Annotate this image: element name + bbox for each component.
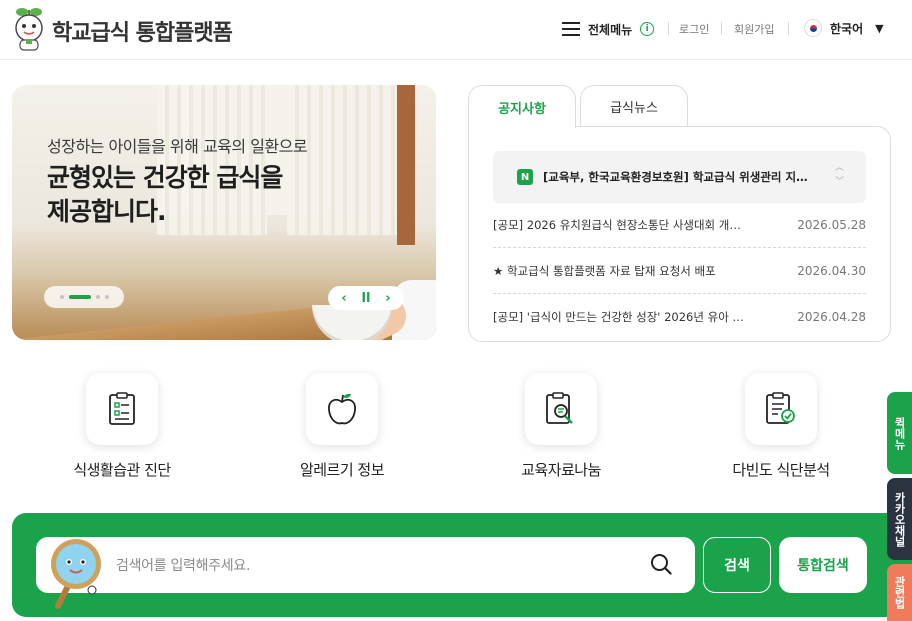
quick-menu-edu-materials[interactable]: 교육자료나눔: [461, 373, 661, 483]
banner-pagination[interactable]: [44, 286, 124, 308]
info-icon[interactable]: i: [640, 22, 655, 36]
banner-window-frame: [397, 85, 415, 245]
language-selector[interactable]: 한국어 ▼: [804, 19, 884, 37]
side-tab-related-law[interactable]: 관련법: [887, 564, 912, 621]
notice-item[interactable]: ★ 학교급식 통합플랫폼 자료 탑재 요청서 배포 2026.04.30: [493, 248, 866, 294]
banner-title: 균형있는 건강한 급식을 제공합니다.: [47, 163, 283, 226]
chevron-down-icon: ▼: [875, 21, 884, 35]
tab-notice[interactable]: 공지사항: [468, 85, 576, 128]
hamburger-icon: [562, 22, 580, 36]
main-banner[interactable]: 성장하는 아이들을 위해 교육의 일환으로 균형있는 건강한 급식을 제공합니다…: [12, 85, 436, 340]
pagination-dot-active[interactable]: [68, 295, 91, 299]
side-tab-label: 카카오채널: [893, 491, 906, 547]
banner-subtitle: 성장하는 아이들을 위해 교육의 일환으로: [47, 137, 308, 156]
prev-arrow-icon[interactable]: ‹: [341, 291, 346, 306]
quick-menu-label: 알레르기 정보: [299, 461, 385, 479]
pause-icon[interactable]: ll: [362, 291, 371, 306]
pagination-dot[interactable]: [104, 295, 109, 299]
search-placeholder: 검색어를 입력해주세요.: [116, 558, 251, 574]
quick-menu-label: 다빈도 식단분석: [732, 461, 830, 479]
korea-flag-icon: [804, 19, 822, 37]
notice-panel: N [교육부, 한국교육환경보호원] 학교급식 위생관리 지… ︿ ﹀ [공모]…: [468, 126, 891, 342]
divider: [721, 22, 722, 35]
notice-item[interactable]: [공모] 2026 유치원급식 현장소통단 사생대회 개… 2026.05.28: [493, 202, 866, 248]
quick-menu-diet-diagnosis[interactable]: 식생활습관 진단: [22, 373, 222, 483]
apple-icon: [306, 373, 378, 445]
clipboard-check-icon: [745, 373, 817, 445]
pagination-dot[interactable]: [95, 295, 100, 299]
pagination-dot[interactable]: [59, 295, 64, 299]
quick-menu-label: 식생활습관 진단: [73, 461, 171, 479]
quick-menu-meal-analysis[interactable]: 다빈도 식단분석: [681, 373, 881, 483]
side-tab-kakao-channel[interactable]: 카카오채널: [887, 478, 912, 560]
headline-text: [교육부, 한국교육환경보호원] 학교급식 위생관리 지…: [543, 170, 808, 184]
total-search-button[interactable]: 통합검색: [779, 537, 867, 593]
magnifier-mascot-icon: [51, 539, 101, 609]
banner-controls: ‹ ll ›: [328, 286, 404, 310]
notice-title: ★ 학교급식 통합플랫폼 자료 탑재 요청서 배포: [493, 263, 716, 278]
login-link[interactable]: 로그인: [679, 21, 709, 37]
side-tab-label: 퀵메뉴: [893, 416, 906, 450]
quick-menu-allergy-info[interactable]: 알레르기 정보: [242, 373, 442, 483]
tab-connector: [469, 125, 575, 128]
chevron-up-icon[interactable]: ︿: [835, 161, 844, 175]
all-menu-button[interactable]: 전체메뉴 i: [562, 18, 655, 40]
header: 학교급식 통합플랫폼 전체메뉴 i 로그인 회원가입 한국어 ▼: [0, 0, 912, 60]
notice-date: 2026.04.28: [797, 310, 866, 324]
quick-menu-label: 교육자료나눔: [521, 461, 601, 479]
notice-tabs: 공지사항 급식뉴스: [468, 85, 688, 128]
notice-date: 2026.04.30: [797, 263, 866, 278]
side-tab-label: 관련법: [893, 576, 906, 609]
search-button[interactable]: 검색: [703, 537, 771, 593]
banner-curtain-image: [287, 85, 397, 235]
next-arrow-icon[interactable]: ›: [385, 291, 390, 306]
new-badge: N: [517, 169, 533, 185]
mascot-logo[interactable]: [10, 6, 48, 52]
site-title[interactable]: 학교급식 통합플랫폼: [52, 15, 233, 47]
headline-nav: ︿ ﹀: [835, 161, 844, 189]
notice-title: [공모] '급식이 만드는 건강한 성장' 2026년 유아 …: [493, 310, 744, 324]
all-menu-label: 전체메뉴: [588, 22, 633, 37]
search-input[interactable]: 검색어를 입력해주세요.: [36, 537, 695, 593]
chevron-down-icon[interactable]: ﹀: [835, 175, 844, 189]
notice-title: [공모] 2026 유치원급식 현장소통단 사생대회 개…: [493, 217, 741, 232]
language-label: 한국어: [830, 21, 864, 36]
search-icon[interactable]: [650, 553, 672, 575]
notice-date: 2026.05.28: [797, 217, 866, 232]
divider: [788, 22, 789, 35]
clipboard-search-icon: [525, 373, 597, 445]
checklist-icon: [86, 373, 158, 445]
divider: [668, 22, 669, 35]
notice-item[interactable]: [공모] '급식이 만드는 건강한 성장' 2026년 유아 … 2026.04…: [493, 294, 866, 340]
tab-news[interactable]: 급식뉴스: [580, 85, 688, 127]
side-tab-quick-menu[interactable]: 퀵메뉴: [887, 392, 912, 474]
signup-link[interactable]: 회원가입: [734, 21, 774, 37]
headline-notice[interactable]: N [교육부, 한국교육환경보호원] 학교급식 위생관리 지… ︿ ﹀: [493, 151, 866, 203]
